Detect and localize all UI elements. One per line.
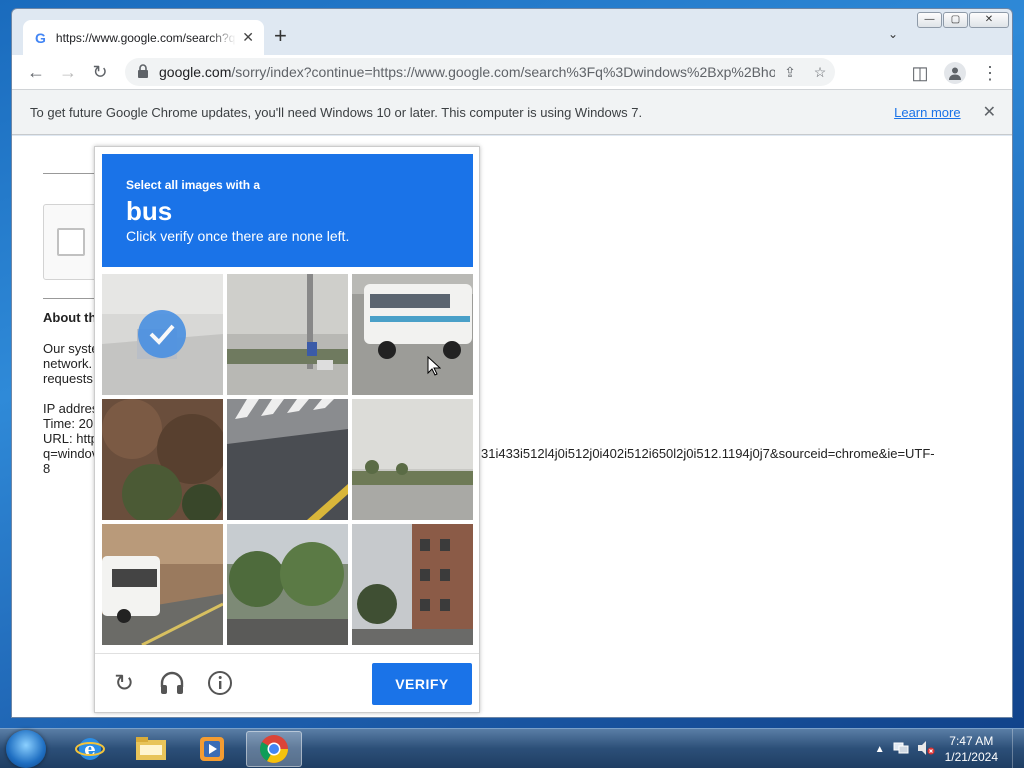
grid-tile[interactable] <box>352 274 473 395</box>
browser-tab[interactable]: G https://www.google.com/search?q ✕ <box>23 20 264 55</box>
grid-tile[interactable] <box>102 274 223 395</box>
grid-tile[interactable] <box>352 399 473 520</box>
system-tray: ▲ 7:47 AM 1/21/2024 <box>875 729 1024 768</box>
forward-icon[interactable]: → <box>52 57 84 87</box>
instruction-sub: Click verify once there are none left. <box>126 228 350 244</box>
image-grid <box>102 274 474 646</box>
bookmark-star-icon[interactable]: ☆ <box>805 64 835 81</box>
url-text: google.com/sorry/index?continue=https://… <box>159 64 775 80</box>
url-tail-line: 31i433i512l4j0i512j0i402i512i650l2j0i512… <box>481 446 935 461</box>
minimize-button[interactable]: — <box>917 12 942 28</box>
recaptcha-challenge: Select all images with a bus Click verif… <box>94 146 480 713</box>
show-hidden-icons-icon[interactable]: ▲ <box>875 744 885 755</box>
profile-avatar-icon[interactable] <box>944 62 966 84</box>
share-icon[interactable]: ⇪ <box>775 64 805 81</box>
grid-tile[interactable] <box>102 524 223 645</box>
show-desktop-button[interactable] <box>1012 729 1024 768</box>
update-infobar: To get future Google Chrome updates, you… <box>12 89 1012 135</box>
start-button[interactable] <box>6 730 46 768</box>
internet-explorer-icon[interactable]: e <box>62 731 118 767</box>
tab-title: https://www.google.com/search?q <box>55 30 236 45</box>
tab-search-chevron-icon[interactable]: ⌄ <box>888 27 898 41</box>
reload-challenge-icon[interactable]: ↻ <box>110 670 138 698</box>
about-heading: About th <box>43 310 97 325</box>
query-line: q=windov <box>43 446 99 461</box>
back-icon[interactable]: ← <box>20 57 52 87</box>
ip-line: IP addres <box>43 401 99 416</box>
time-line: Time: 20 <box>43 416 94 431</box>
new-tab-button[interactable]: + <box>274 25 287 47</box>
media-player-icon[interactable] <box>184 731 240 767</box>
para-line: network. <box>43 356 93 371</box>
taskbar: e ▲ 7:47 AM 1/21/2024 <box>0 728 1024 768</box>
challenge-header: Select all images with a bus Click verif… <box>102 154 473 267</box>
menu-kebab-icon[interactable]: ⋮ <box>974 58 1006 88</box>
infobar-close-icon[interactable]: ✕ <box>983 102 996 122</box>
audio-challenge-icon[interactable] <box>158 670 186 698</box>
infobar-message: To get future Google Chrome updates, you… <box>30 104 643 120</box>
para-line: requests <box>43 371 93 386</box>
mouse-cursor-icon <box>427 355 442 381</box>
clock-time: 7:47 AM <box>949 734 994 748</box>
clock[interactable]: 7:47 AM 1/21/2024 <box>945 733 998 765</box>
para-line: Our syste <box>43 341 99 356</box>
lock-icon <box>137 63 151 81</box>
grid-tile[interactable] <box>352 524 473 645</box>
url-end-line: 8 <box>43 461 51 476</box>
target-label: bus <box>126 196 173 226</box>
clock-date: 1/21/2024 <box>944 750 998 764</box>
grid-tile[interactable] <box>102 399 223 520</box>
verify-button[interactable]: VERIFY <box>372 663 472 705</box>
network-icon[interactable] <box>893 741 909 758</box>
chrome-taskbar-icon[interactable] <box>246 731 302 767</box>
volume-muted-icon[interactable] <box>917 740 935 759</box>
side-panel-icon[interactable]: ◫ <box>904 58 936 88</box>
challenge-footer: ↻ VERIFY <box>95 653 479 712</box>
learn-more-link[interactable]: Learn more <box>894 105 960 120</box>
reload-icon[interactable]: ↻ <box>84 57 116 87</box>
file-explorer-icon[interactable] <box>123 731 179 767</box>
instruction-small: Select all images with a <box>126 178 261 192</box>
grid-tile[interactable] <box>227 524 348 645</box>
info-icon[interactable] <box>206 670 234 698</box>
maximize-button[interactable]: ▢ <box>943 12 968 28</box>
selected-check-icon <box>138 310 186 358</box>
toolbar: ← → ↻ google.com/sorry/index?continue=ht… <box>12 55 1012 89</box>
url-line: URL: http <box>43 431 98 446</box>
google-favicon-icon: G <box>35 29 46 46</box>
grid-tile[interactable] <box>227 274 348 395</box>
close-window-button[interactable]: ✕ <box>969 12 1009 28</box>
address-bar[interactable]: google.com/sorry/index?continue=https://… <box>125 58 835 86</box>
grid-tile[interactable] <box>227 399 348 520</box>
recaptcha-checkbox[interactable] <box>57 228 85 256</box>
tab-close-icon[interactable]: ✕ <box>242 29 254 46</box>
